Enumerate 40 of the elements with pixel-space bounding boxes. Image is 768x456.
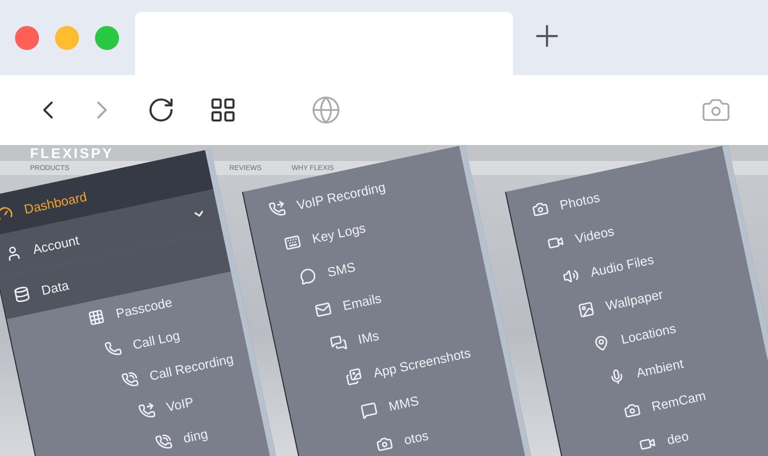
- minimize-button[interactable]: [55, 26, 79, 50]
- menu-item[interactable]: Passcode: [114, 295, 174, 320]
- menu-item[interactable]: Wallpaper: [604, 287, 664, 312]
- close-button[interactable]: [15, 26, 39, 50]
- menu-item[interactable]: Locations: [620, 321, 677, 346]
- menu-item[interactable]: Ambient: [635, 356, 684, 379]
- envelope-icon: [314, 300, 333, 320]
- grid-icon[interactable]: [209, 96, 237, 124]
- message-icon: [360, 400, 379, 420]
- menu-item[interactable]: Call Log: [131, 328, 181, 351]
- menu-item[interactable]: ding: [182, 426, 209, 444]
- menu-item[interactable]: deo: [666, 428, 690, 446]
- menu-item[interactable]: Key Logs: [310, 220, 367, 245]
- menu-item[interactable]: RemCam: [650, 388, 707, 413]
- picture-icon: [576, 300, 596, 320]
- site-logo: FLEXISPY: [30, 146, 114, 160]
- menu-item[interactable]: VoIP Recording: [296, 180, 386, 212]
- reload-icon[interactable]: [147, 96, 175, 124]
- menu-header[interactable]: Dashboard: [22, 189, 88, 216]
- menu-item[interactable]: Call Recording: [148, 352, 234, 382]
- menu-item[interactable]: VoIP: [165, 394, 195, 414]
- menu-item[interactable]: SMS: [326, 260, 356, 278]
- keyboard-icon: [283, 233, 302, 252]
- speech-bubble-icon: [298, 266, 318, 286]
- maximize-button[interactable]: [95, 26, 119, 50]
- menu-item[interactable]: Audio Files: [589, 252, 655, 278]
- menu-item[interactable]: Account: [31, 233, 80, 256]
- phone-icon: [137, 401, 156, 420]
- globe-icon[interactable]: [311, 95, 341, 125]
- menu-item[interactable]: Data: [40, 278, 70, 297]
- keypad-icon: [86, 308, 106, 327]
- menu-item[interactable]: Emails: [341, 291, 382, 312]
- menu-item[interactable]: MMS: [387, 394, 420, 413]
- menu-item[interactable]: Videos: [574, 224, 616, 245]
- menu-item[interactable]: App Screenshots: [372, 346, 472, 379]
- database-icon: [12, 284, 32, 304]
- menu-item[interactable]: IMs: [356, 328, 380, 346]
- menu-item[interactable]: otos: [402, 428, 430, 446]
- pictures-icon: [344, 367, 364, 386]
- menu-item[interactable]: Photos: [558, 190, 601, 212]
